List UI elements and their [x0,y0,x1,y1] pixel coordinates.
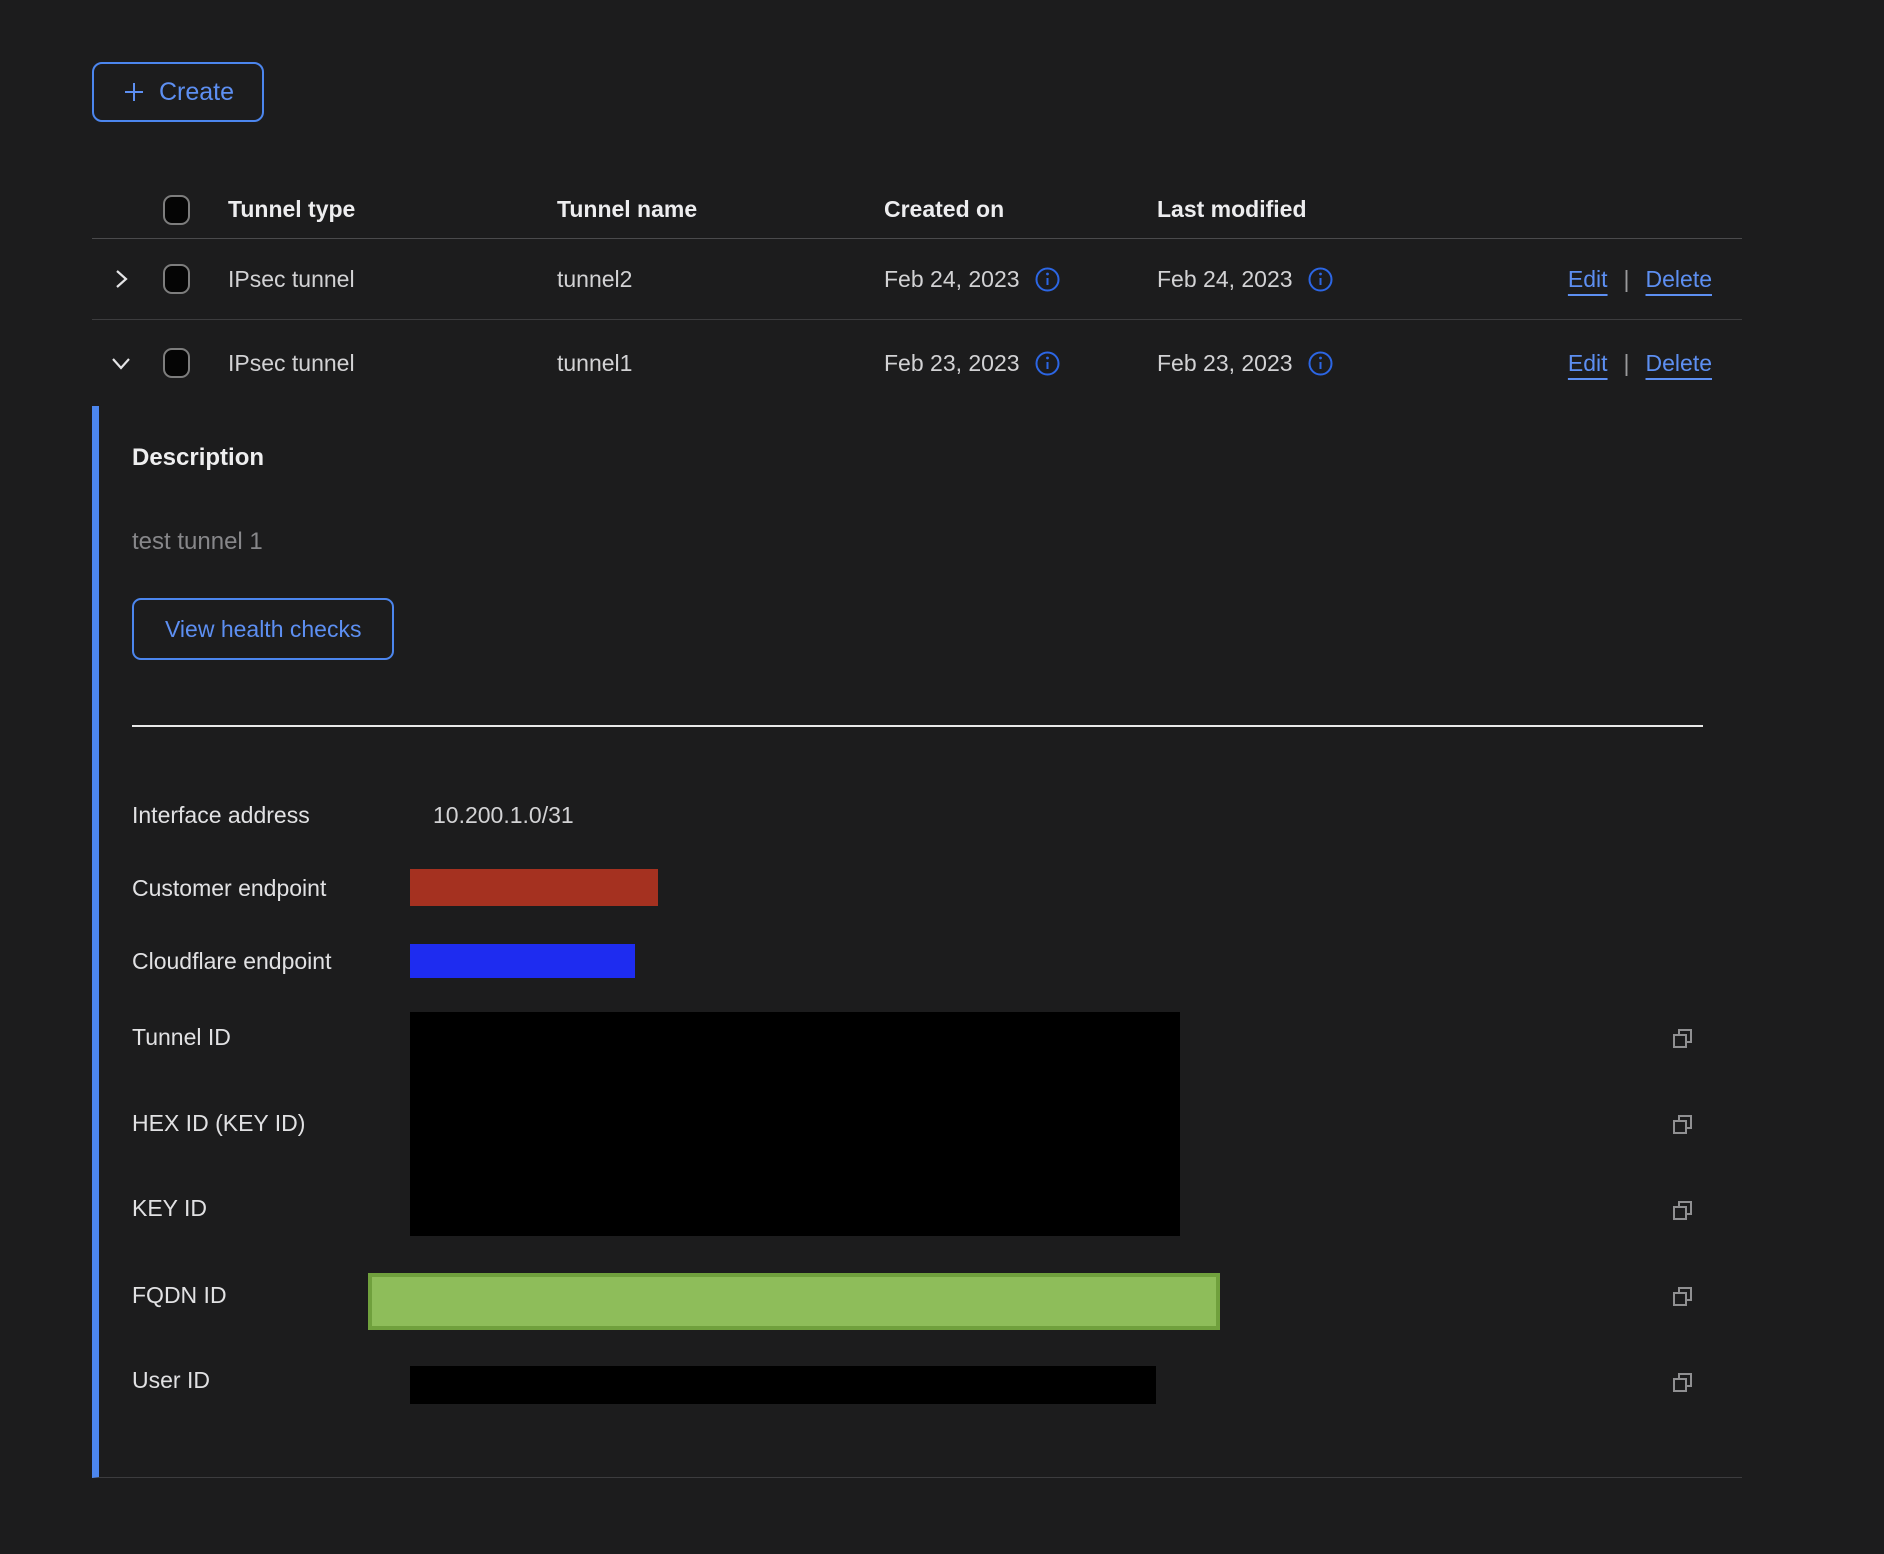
last-modified-date: Feb 24, 2023 [1157,266,1293,293]
cell-tunnel-name: tunnel2 [557,266,884,293]
redaction-customer-endpoint [410,869,658,906]
table-row: IPsec tunnel tunnel2 Feb 24, 2023 Feb 24… [92,239,1742,320]
field-label-customer-endpoint: Customer endpoint [132,875,326,902]
copy-icon [1669,1025,1696,1052]
description-value: test tunnel 1 [132,528,263,556]
actions-separator: | [1624,350,1630,377]
field-value-interface-address: 10.200.1.0/31 [433,802,574,829]
collapse-row-button[interactable] [108,350,163,376]
field-label-user-id: User ID [132,1367,210,1394]
cell-tunnel-type: IPsec tunnel [228,350,557,377]
column-header-tunnel-name: Tunnel name [557,196,884,223]
field-label-hex-id: HEX ID (KEY ID) [132,1110,305,1137]
table-row: IPsec tunnel tunnel1 Feb 23, 2023 Feb 23… [92,320,1742,406]
column-header-created-on: Created on [884,196,1157,223]
cell-tunnel-name: tunnel1 [557,350,884,377]
table-header: Tunnel type Tunnel name Created on Last … [92,181,1742,239]
redaction-fqdn-id [368,1273,1220,1330]
last-modified-date: Feb 23, 2023 [1157,350,1293,377]
view-health-checks-label: View health checks [165,616,361,643]
delete-link[interactable]: Delete [1646,266,1712,293]
redaction-cloudflare-endpoint [410,944,635,978]
info-icon[interactable] [1307,350,1334,377]
copy-button[interactable] [1669,1111,1696,1138]
copy-icon [1669,1111,1696,1138]
row-checkbox[interactable] [163,348,190,378]
select-all-checkbox[interactable] [163,195,190,225]
cell-tunnel-type: IPsec tunnel [228,266,557,293]
created-on-date: Feb 23, 2023 [884,350,1020,377]
field-label-interface-address: Interface address [132,802,310,829]
info-icon[interactable] [1034,266,1061,293]
column-header-last-modified: Last modified [1157,196,1527,223]
row-checkbox[interactable] [163,264,190,294]
copy-icon [1669,1283,1696,1310]
edit-link[interactable]: Edit [1568,350,1608,377]
redaction-ids-block [410,1012,1180,1236]
created-on-date: Feb 24, 2023 [884,266,1020,293]
copy-button[interactable] [1669,1283,1696,1310]
description-label: Description [132,444,264,472]
cell-created-on: Feb 24, 2023 [884,266,1157,293]
copy-button[interactable] [1669,1197,1696,1224]
panel-separator [132,725,1703,727]
create-button-label: Create [159,78,234,107]
copy-button[interactable] [1669,1025,1696,1052]
row-actions: Edit | Delete [1527,350,1742,377]
chevron-down-icon [108,350,134,376]
ipsec-tunnels-page: Create Tunnel type Tunnel name Created o… [0,0,1884,1554]
chevron-right-icon [108,266,134,292]
field-label-key-id: KEY ID [132,1195,207,1222]
cell-last-modified: Feb 23, 2023 [1157,350,1527,377]
view-health-checks-button[interactable]: View health checks [132,598,394,660]
plus-icon [122,80,146,104]
edit-link[interactable]: Edit [1568,266,1608,293]
field-label-tunnel-id: Tunnel ID [132,1024,231,1051]
create-button[interactable]: Create [92,62,264,122]
expand-row-button[interactable] [108,266,163,292]
copy-icon [1669,1369,1696,1396]
cell-created-on: Feb 23, 2023 [884,350,1157,377]
info-icon[interactable] [1307,266,1334,293]
copy-button[interactable] [1669,1369,1696,1396]
column-header-tunnel-type: Tunnel type [228,196,557,223]
expanded-tunnel-panel: Description test tunnel 1 View health ch… [92,406,1742,1478]
delete-link[interactable]: Delete [1646,350,1712,377]
field-label-cloudflare-endpoint: Cloudflare endpoint [132,948,331,975]
redaction-user-id [410,1366,1156,1404]
actions-separator: | [1624,266,1630,293]
info-icon[interactable] [1034,350,1061,377]
copy-icon [1669,1197,1696,1224]
row-actions: Edit | Delete [1527,266,1742,293]
field-label-fqdn-id: FQDN ID [132,1282,227,1309]
cell-last-modified: Feb 24, 2023 [1157,266,1527,293]
